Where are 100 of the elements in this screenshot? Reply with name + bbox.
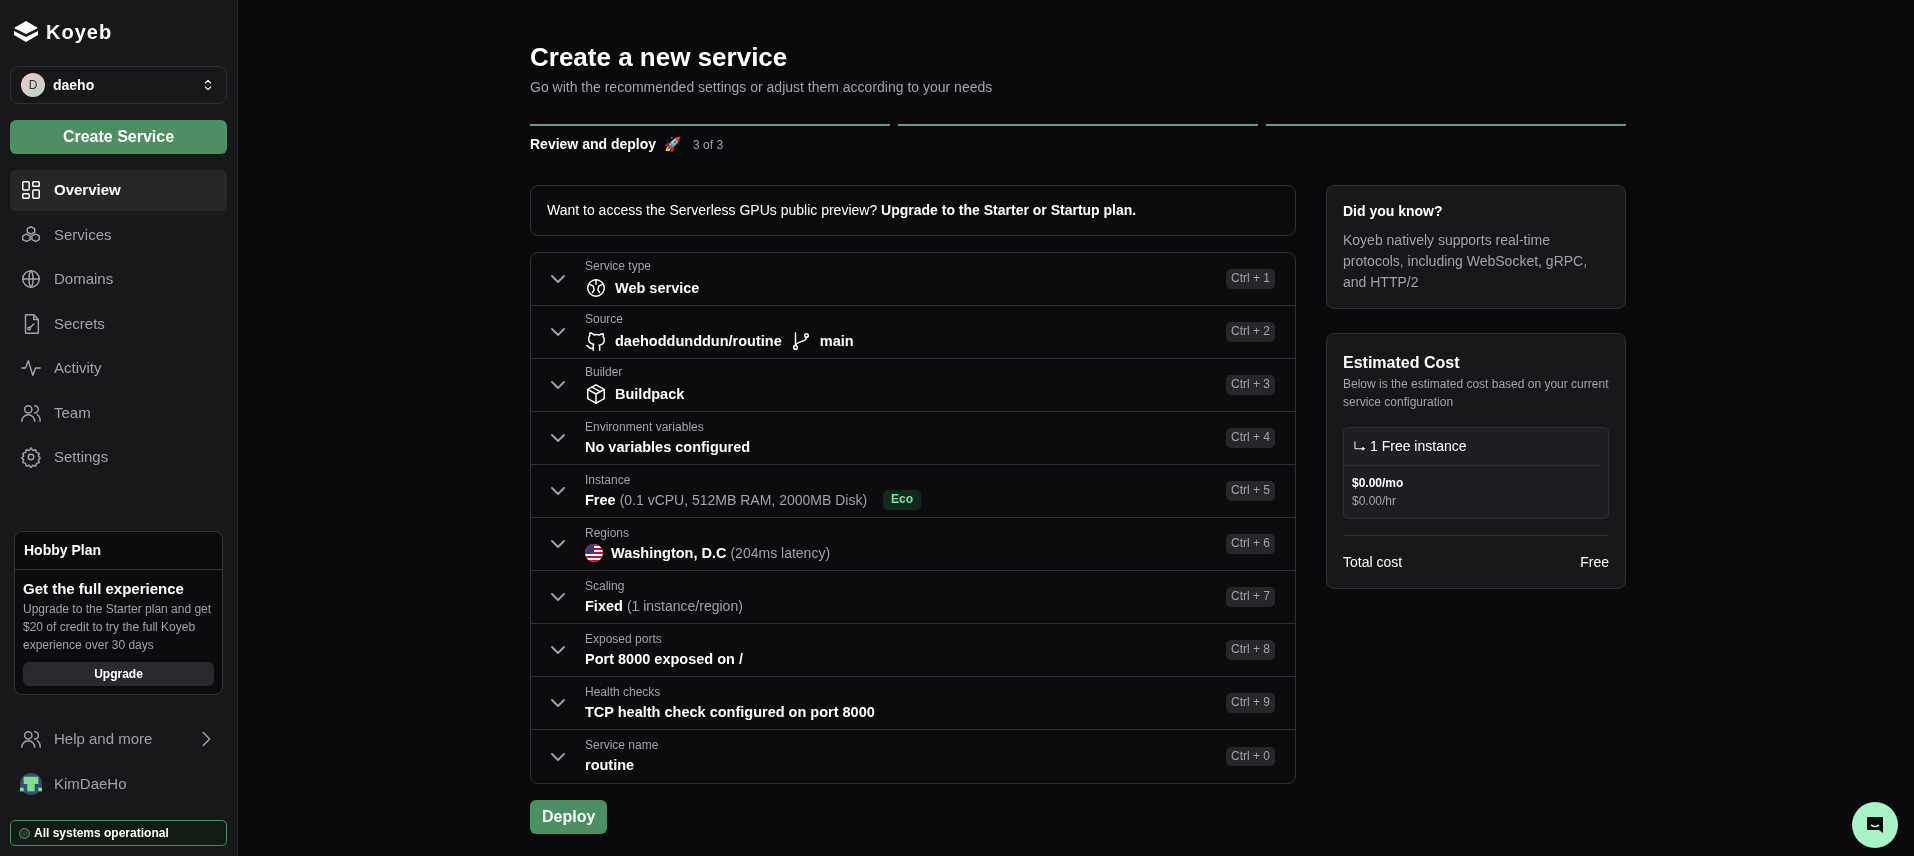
- nav-item[interactable]: Settings: [10, 437, 227, 478]
- accordion-row[interactable]: Health checks TCP health check configured on port 8000 Ctrl + 9: [531, 677, 1295, 731]
- section-label: Source: [585, 312, 625, 328]
- create-service-button[interactable]: Create Service: [10, 120, 227, 154]
- instance-count: 1 Free instance: [1370, 437, 1467, 457]
- chevron-down-icon: [551, 699, 565, 708]
- nav-item[interactable]: Overview: [10, 170, 227, 211]
- organization-selector[interactable]: D daeho: [10, 66, 227, 104]
- monthly-cost: $0.00/mo: [1352, 475, 1405, 493]
- section-label: Scaling: [585, 578, 626, 595]
- logo-text: Koyeb: [46, 20, 113, 45]
- upgrade-button[interactable]: Upgrade: [23, 662, 214, 686]
- keyboard-shortcut: Ctrl + 8: [1226, 640, 1275, 660]
- keyboard-shortcut: Ctrl + 0: [1226, 746, 1275, 767]
- tip-text: Koyeb natively supports real-time protocols, including WebSocket, gRPC, and HTTP/2: [1343, 231, 1589, 293]
- keyboard-shortcut: Ctrl + 2: [1226, 322, 1275, 342]
- section-value: No variables configured: [585, 437, 751, 457]
- accordion-row[interactable]: Instance Free (0.1 vCPU, 512MB RAM, 2000MB Disk) Eco Ctrl + 5: [531, 465, 1295, 519]
- chevron-down-icon: [551, 328, 565, 337]
- section-detail: (0.1 vCPU, 512MB RAM, 2000MB Disk): [619, 490, 868, 510]
- rocket-icon: 🚀: [664, 134, 682, 156]
- total-cost-value: Free: [1580, 553, 1609, 573]
- cost-description: Below is the estimated cost based on your current service configuration: [1343, 376, 1609, 412]
- step-title: Review and deploy: [530, 135, 657, 155]
- section-label: Regions: [585, 525, 631, 542]
- chevron-down-icon: [551, 593, 565, 602]
- page-title: Create a new service: [530, 42, 789, 74]
- section-detail: (1 instance/region): [626, 596, 743, 616]
- globe-icon: [585, 277, 607, 299]
- gpu-notice-text: Want to access the Serverless GPUs public preview? Upgrade to the Starter or Startup plan.: [547, 202, 1137, 219]
- keyboard-shortcut: Ctrl + 7: [1226, 587, 1275, 607]
- keyboard-shortcut: Ctrl + 3: [1226, 375, 1275, 395]
- section-value: Fixed: [585, 596, 623, 616]
- section-label: Builder: [585, 365, 624, 381]
- keyboard-shortcut: Ctrl + 9: [1226, 693, 1275, 713]
- section-value: TCP health check configured on port 8000: [585, 702, 875, 722]
- accordion-row[interactable]: Exposed ports Port 8000 exposed on / Ctrl + 8: [531, 624, 1295, 678]
- section-detail: (204ms latency): [730, 543, 831, 563]
- plan-description: Upgrade to the Starter plan and get $20 of credit to try the full Koyeb experience over 30 days: [23, 601, 213, 654]
- chevron-down-icon: [551, 381, 565, 390]
- section-value: Free: [585, 490, 616, 510]
- chevron-down-icon: [551, 540, 565, 549]
- keyboard-shortcut: Ctrl + 5: [1226, 481, 1275, 501]
- section-label: Instance: [585, 472, 632, 489]
- section-value: daehoddunddun/routine: [615, 331, 782, 351]
- github-icon: [585, 330, 607, 352]
- nav-item[interactable]: Activity: [10, 348, 227, 389]
- chevron-down-icon: [551, 275, 565, 284]
- section-label: Environment variables: [585, 419, 705, 436]
- plan-heading: Get the full experience: [23, 578, 185, 599]
- keyboard-shortcut: Ctrl + 4: [1226, 428, 1275, 448]
- total-cost-label: Total cost: [1343, 553, 1403, 573]
- branch-name: main: [819, 331, 854, 351]
- chat-button[interactable]: [1852, 802, 1898, 848]
- status-indicator: All systems operational: [10, 820, 227, 846]
- chevron-down-icon: [551, 487, 565, 496]
- section-label: Service type: [585, 259, 653, 275]
- keyboard-shortcut: Ctrl + 6: [1226, 534, 1275, 554]
- avatar: D: [21, 73, 45, 97]
- user-menu-item[interactable]: KimDaeHo: [10, 763, 227, 804]
- hourly-cost: $0.00/hr: [1352, 493, 1398, 511]
- accordion-row[interactable]: Service type Web service Ctrl + 1: [531, 253, 1295, 307]
- status-dot: [19, 827, 30, 839]
- section-value: routine: [585, 756, 635, 775]
- chevron-down-icon: [551, 646, 565, 655]
- section-label: Exposed ports: [585, 631, 663, 648]
- nav-item[interactable]: Services: [10, 214, 227, 255]
- help-menu-item[interactable]: Help and more: [10, 719, 227, 760]
- step-counter: 3 of 3: [693, 136, 724, 154]
- plan-title: Hobby Plan: [15, 531, 222, 570]
- accordion-row[interactable]: Regions Washington, D.C (204ms latency) Ctrl + 6: [531, 518, 1295, 572]
- section-value: Port 8000 exposed on /: [585, 649, 743, 669]
- chevron-down-icon: [551, 434, 565, 443]
- section-value: Buildpack: [615, 384, 685, 404]
- accordion-row[interactable]: Source daehoddunddun/routine main Ctrl + 2: [531, 306, 1295, 360]
- section-label: Health checks: [585, 684, 662, 701]
- nav-item[interactable]: Team: [10, 392, 227, 433]
- nav-item[interactable]: Domains: [10, 259, 227, 300]
- logo-icon: [14, 21, 38, 43]
- package-icon: [585, 383, 607, 405]
- pixel-avatar-icon: [20, 772, 42, 795]
- globe-icon: [20, 268, 42, 291]
- keyboard-shortcut: Ctrl + 1: [1226, 269, 1275, 289]
- settings-icon: [20, 446, 42, 469]
- accordion-row[interactable]: Service name routine Ctrl + 0: [531, 730, 1295, 784]
- chat-icon: [1865, 815, 1885, 835]
- cost-title: Estimated Cost: [1343, 353, 1461, 374]
- accordion-row[interactable]: Builder Buildpack Ctrl + 3: [531, 359, 1295, 413]
- deploy-button[interactable]: Deploy: [530, 800, 608, 835]
- accordion-row[interactable]: Environment variables No variables configured Ctrl + 4: [531, 412, 1295, 466]
- page-subtitle: Go with the recommended settings or adjust them according to your needs: [530, 78, 994, 98]
- nav-item[interactable]: Secrets: [10, 303, 227, 344]
- chevron-down-icon: [551, 752, 565, 761]
- eco-tag: Eco: [883, 490, 922, 510]
- section-label: Service name: [585, 738, 660, 755]
- section-value: Web service: [615, 278, 700, 298]
- accordion-row[interactable]: Scaling Fixed (1 instance/region) Ctrl + 7: [531, 571, 1295, 625]
- tip-title: Did you know?: [1343, 202, 1444, 222]
- dashboard-icon: [20, 179, 42, 202]
- us-flag-icon: [585, 544, 603, 562]
